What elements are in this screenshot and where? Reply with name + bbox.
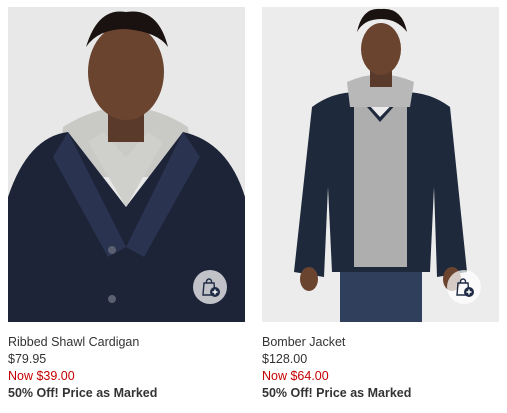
product-card[interactable]: Bomber Jacket $128.00 Now $64.00 50% Off… xyxy=(262,7,499,402)
promo-text: 50% Off! Price as Marked xyxy=(8,386,158,400)
original-price: $79.95 xyxy=(8,352,47,366)
quick-add-button[interactable] xyxy=(193,270,227,304)
promo-text: 50% Off! Price as Marked xyxy=(262,386,412,400)
quick-add-button[interactable] xyxy=(447,270,481,304)
sale-price: Now $39.00 xyxy=(8,369,75,383)
product-grid: Ribbed Shawl Cardigan $79.95 Now $39.00 … xyxy=(0,0,507,413)
product-name[interactable]: Bomber Jacket xyxy=(262,334,499,351)
product-name[interactable]: Ribbed Shawl Cardigan xyxy=(8,334,245,351)
original-price: $128.00 xyxy=(262,352,308,366)
product-card[interactable]: Ribbed Shawl Cardigan $79.95 Now $39.00 … xyxy=(8,7,245,402)
product-image[interactable] xyxy=(262,7,499,322)
shopping-bag-add-icon xyxy=(202,278,220,297)
product-image[interactable] xyxy=(8,7,245,322)
sale-price: Now $64.00 xyxy=(262,369,329,383)
shopping-bag-add-icon xyxy=(456,278,474,297)
